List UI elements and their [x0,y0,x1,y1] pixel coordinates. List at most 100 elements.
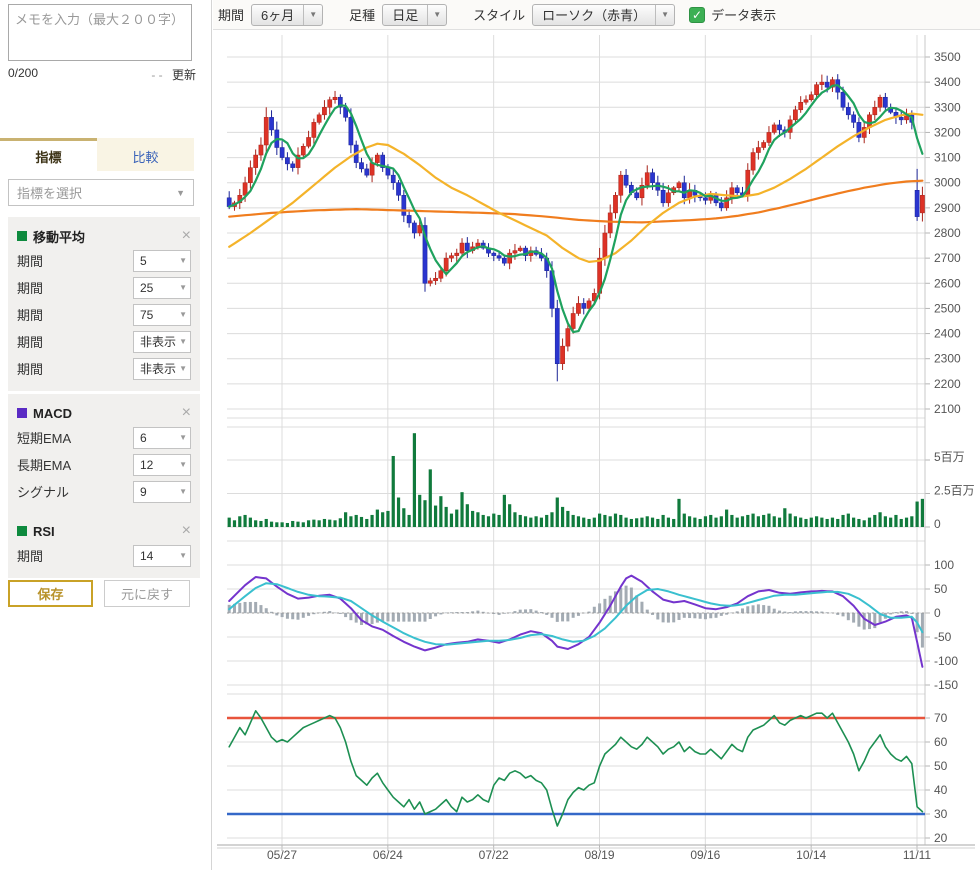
svg-text:10/14: 10/14 [796,848,826,862]
select-value: 非表示 [140,333,176,350]
svg-text:3400: 3400 [934,75,961,89]
macd-long-ema-row: 長期EMA 12▼ [17,451,191,478]
panel-title-text: RSI [33,524,55,539]
save-button[interactable]: 保存 [8,580,93,607]
ma-period-3-select[interactable]: 75▼ [133,304,191,326]
svg-text:2700: 2700 [934,251,961,265]
bartype-dropdown-button[interactable]: 日足 ▼ [382,4,447,26]
panel-moving-average-title: 移動平均 × [17,225,191,247]
memo-char-counter: 0/200 [8,66,38,80]
panel-rsi-title: RSI × [17,520,191,542]
svg-text:11/11: 11/11 [903,848,932,862]
dropdown-arrow-icon: ▼ [655,5,674,25]
panel-macd-title: MACD × [17,402,191,424]
row-label: 期間 [17,305,43,324]
ma-period-row-3: 期間 75▼ [17,301,191,328]
svg-text:05/27: 05/27 [267,848,297,862]
data-display-toggle[interactable]: ✓ データ表示 [689,5,776,24]
sidebar-buttons: 保存 元に戻す [8,580,200,607]
svg-text:2900: 2900 [934,201,961,215]
sidebar: 0/200 - - 更新 指標 比較 指標を選択 ▼ 移動平均 × 期間 5▼ [0,0,212,870]
select-value: 75 [140,308,153,322]
dropdown-arrow-icon: ▼ [179,364,187,373]
period-dropdown-button[interactable]: 6ヶ月 ▼ [251,4,323,26]
svg-text:50: 50 [934,759,948,773]
panel-title-text: MACD [33,406,72,421]
select-value: 9 [140,485,147,499]
close-icon[interactable]: × [182,523,191,539]
sidebar-tabs: 指標 比較 [0,138,194,171]
reset-button[interactable]: 元に戻す [104,580,190,607]
svg-text:-50: -50 [934,630,952,644]
rsi-period-row: 期間 14 ▼ [17,542,191,569]
indicator-select-dropdown[interactable]: 指標を選択 ▼ [8,179,194,206]
close-icon[interactable]: × [182,228,191,244]
tab-indicator[interactable]: 指標 [0,138,97,171]
chart-area[interactable]: 3500340033003200310030002900280027002600… [212,30,980,870]
svg-text:20: 20 [934,831,948,845]
dropdown-arrow-icon: ▼ [179,460,187,469]
ma-color-swatch-icon [17,231,27,241]
svg-text:3300: 3300 [934,100,961,114]
svg-text:40: 40 [934,783,948,797]
row-label: 短期EMA [17,428,71,447]
style-value: ローソク（赤青） [533,5,655,25]
svg-text:2.5百万: 2.5百万 [934,484,975,498]
svg-text:50: 50 [934,582,948,596]
row-label: 期間 [17,251,43,270]
dropdown-arrow-icon: ▼ [179,256,187,265]
ma-period-1-select[interactable]: 5▼ [133,250,191,272]
dropdown-arrow-icon: ▼ [427,5,446,25]
select-value: 12 [140,458,153,472]
style-dropdown-button[interactable]: ローソク（赤青） ▼ [532,4,675,26]
ma-period-2-select[interactable]: 25▼ [133,277,191,299]
panel-rsi: RSI × 期間 14 ▼ [8,512,200,578]
select-value: 非表示 [140,360,176,377]
svg-text:0: 0 [934,606,941,620]
select-value: 14 [140,549,153,563]
svg-text:30: 30 [934,807,948,821]
svg-text:08/19: 08/19 [584,848,614,862]
svg-text:-100: -100 [934,654,958,668]
rsi-period-select[interactable]: 14 ▼ [133,545,191,567]
svg-text:2100: 2100 [934,402,961,416]
panel-title-text: 移動平均 [33,227,85,246]
period-value: 6ヶ月 [252,5,303,25]
row-label: 期間 [17,332,43,351]
style-label: スタイル [473,5,525,24]
svg-text:5百万: 5百万 [934,450,965,464]
dropdown-arrow-icon: ▼ [179,433,187,442]
svg-text:3500: 3500 [934,50,961,64]
svg-text:2300: 2300 [934,352,961,366]
svg-text:06/24: 06/24 [373,848,403,862]
memo-counter-row: 0/200 - - 更新 [8,66,196,83]
ma-period-row-5: 期間 非表示▼ [17,355,191,382]
macd-short-ema-select[interactable]: 6▼ [133,427,191,449]
macd-long-ema-select[interactable]: 12 ▼ [133,454,191,476]
dropdown-arrow-icon: ▼ [179,551,187,560]
memo-update-button[interactable]: 更新 [172,68,196,82]
tab-compare[interactable]: 比較 [97,138,194,171]
indicator-select-placeholder: 指標を選択 [17,183,82,202]
memo-input[interactable] [8,4,192,61]
stock-chart-canvas[interactable]: 3500340033003200310030002900280027002600… [212,30,980,870]
ma-period-5-select[interactable]: 非表示▼ [133,358,191,380]
macd-color-swatch-icon [17,408,27,418]
close-icon[interactable]: × [182,405,191,421]
svg-text:2600: 2600 [934,276,961,290]
checkbox-checked-icon[interactable]: ✓ [689,7,705,23]
dropdown-arrow-icon: ▼ [303,5,322,25]
row-label: 期間 [17,546,43,565]
svg-text:09/16: 09/16 [690,848,720,862]
ma-period-row-4: 期間 非表示▼ [17,328,191,355]
bartype-value: 日足 [383,5,427,25]
svg-text:60: 60 [934,735,948,749]
panel-moving-average: 移動平均 × 期間 5▼ 期間 25▼ 期間 75▼ 期間 非表示▼ 期間 非表… [8,217,200,391]
macd-signal-select[interactable]: 9▼ [133,481,191,503]
ma-period-row-2: 期間 25▼ [17,274,191,301]
row-label: シグナル [17,482,69,501]
svg-text:-150: -150 [934,678,958,692]
ma-period-4-select[interactable]: 非表示▼ [133,331,191,353]
dropdown-arrow-icon: ▼ [176,188,185,198]
svg-text:2800: 2800 [934,226,961,240]
